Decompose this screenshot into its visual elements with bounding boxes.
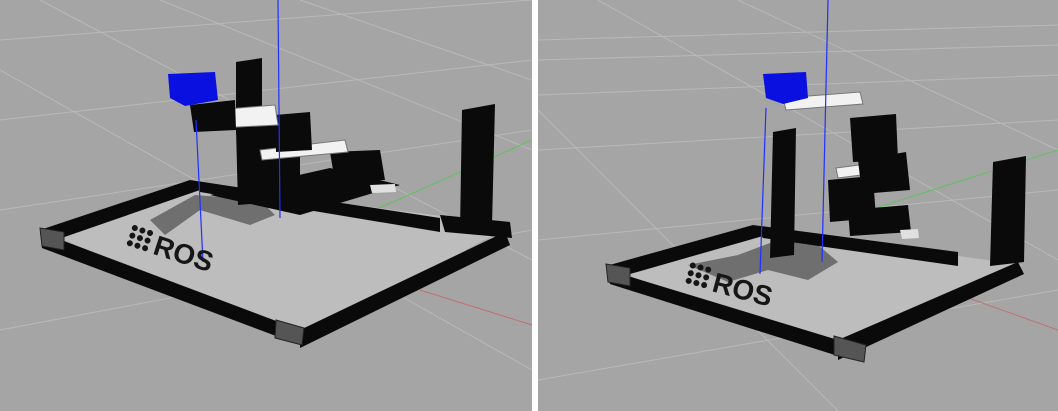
servo-bracket [370,184,396,193]
scene-viewport-right[interactable]: ROS [538,0,1058,411]
servo-bracket [900,229,919,239]
right-scene-render: ROS [538,0,1058,411]
vertical-post-right [460,104,495,230]
servo-motor-middle [275,112,312,152]
servo-motor-upper [850,114,898,162]
scene-viewport-left[interactable]: ROS [0,0,532,411]
servo-motor-lower [330,150,385,182]
gripper [763,72,808,104]
corner-block-left [39,227,65,251]
corner-block-left [605,263,631,287]
gripper [168,72,218,106]
ground-plane [538,0,1058,411]
left-scene-render: ROS [0,0,532,411]
mount-post-left [770,128,796,258]
vertical-post-right [990,156,1026,266]
